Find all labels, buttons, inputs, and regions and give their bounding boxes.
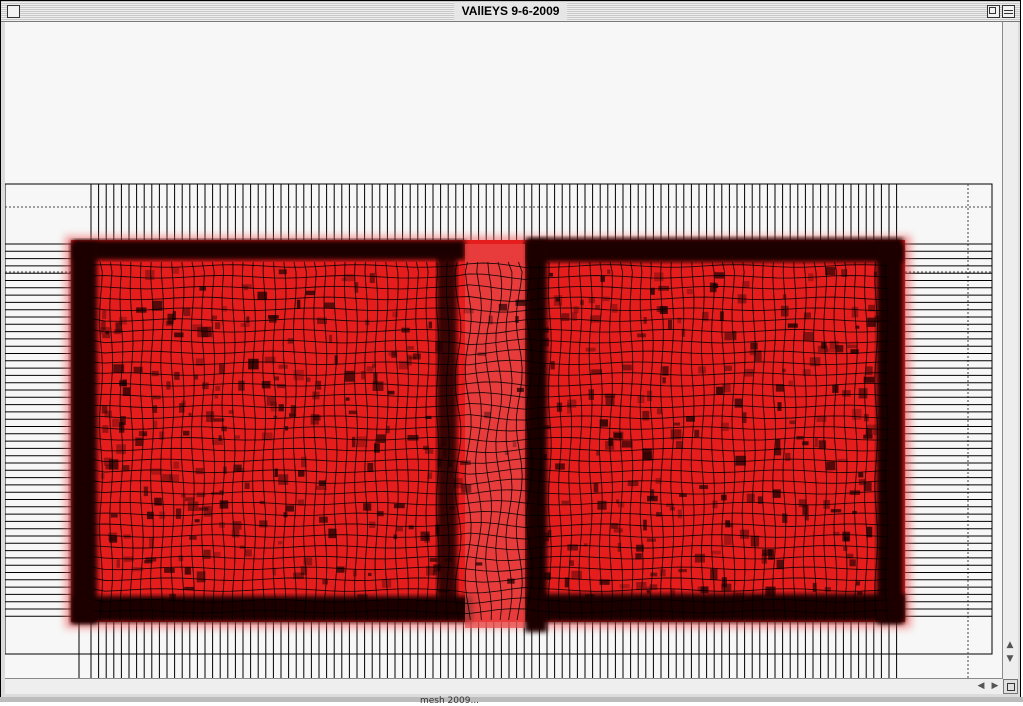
- scroll-right-icon[interactable]: ▶: [989, 680, 1001, 692]
- fabric-grid-image: [5, 22, 1002, 679]
- vertical-scrollbar[interactable]: ▲ ▼: [1002, 22, 1018, 679]
- title-bar[interactable]: VAllEYS 9-6-2009: [1, 1, 1020, 22]
- background-window-strip: mesh 2009...: [0, 697, 1023, 702]
- horizontal-scrollbar[interactable]: ◀ ▶: [5, 678, 1003, 694]
- close-box-icon[interactable]: [7, 5, 20, 18]
- background-window-text: mesh 2009...: [420, 696, 479, 706]
- scroll-up-icon[interactable]: ▲: [1005, 639, 1015, 651]
- window-title: VAllEYS 9-6-2009: [454, 2, 568, 20]
- resize-grip-icon[interactable]: [1003, 679, 1018, 694]
- scroll-left-icon[interactable]: ◀: [975, 680, 987, 692]
- scroll-down-icon[interactable]: ▼: [1005, 653, 1015, 665]
- image-canvas[interactable]: [5, 22, 1003, 679]
- document-window: VAllEYS 9-6-2009: [0, 0, 1021, 700]
- zoom-box-icon[interactable]: [987, 5, 1000, 18]
- collapse-box-icon[interactable]: [1002, 5, 1015, 18]
